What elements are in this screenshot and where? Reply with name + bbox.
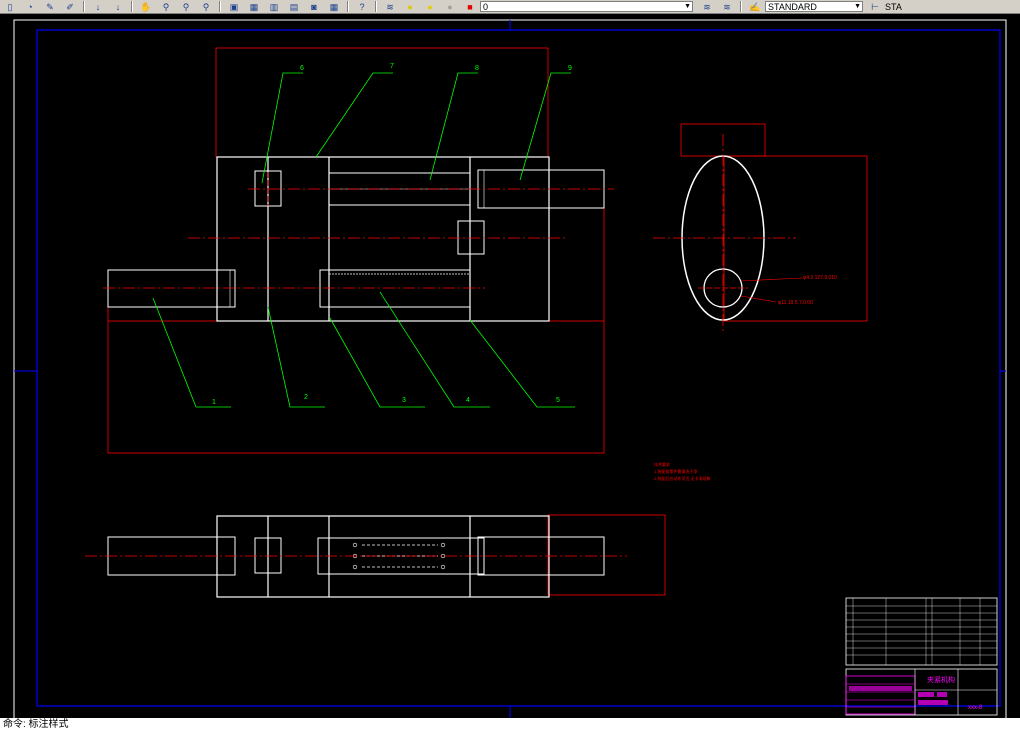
chevron-down-icon: ▼ xyxy=(854,3,861,10)
balloon-3: 3 xyxy=(402,397,406,404)
layer-dropdown[interactable]: 0 ▼ xyxy=(480,1,693,12)
redo-icon[interactable]: ↓ xyxy=(110,1,126,13)
parts-list-rows xyxy=(846,598,997,665)
hole xyxy=(352,542,358,548)
chevron-down-icon: ▼ xyxy=(684,3,691,10)
command-line[interactable]: 命令: 标注样式 xyxy=(0,718,1020,731)
lock-icon[interactable]: ● xyxy=(442,1,458,13)
balloon-5: 5 xyxy=(556,397,560,404)
side-view: φ4.3 127.9.010 φ11.19 5.7.0.00 xyxy=(653,123,868,333)
balloon-4: 4 xyxy=(466,397,470,404)
leader-3 xyxy=(329,317,425,408)
drawing-outer-border xyxy=(13,19,1007,718)
text-style-value: STANDARD xyxy=(768,1,817,12)
sun-icon[interactable]: ● xyxy=(422,1,438,13)
dim-style-value[interactable]: STA xyxy=(885,2,902,12)
tool-palette-icon[interactable]: ▥ xyxy=(266,1,282,13)
undo-icon[interactable]: ↓ xyxy=(90,1,106,13)
properties-icon[interactable]: ▣ xyxy=(226,1,242,13)
leader-2 xyxy=(267,306,325,408)
top-dim-frame xyxy=(547,514,666,596)
drawing-canvas[interactable]: 6 7 8 9 1 2 3 4 5 φ4.3 127.9.010 φ11.19 … xyxy=(0,14,1020,718)
zoom-realtime-icon[interactable]: ⚲ xyxy=(158,1,174,13)
toolbar-separator xyxy=(131,1,133,12)
toolbar-separator xyxy=(219,1,221,12)
front-lower-slot xyxy=(319,269,471,308)
front-dim-frame-bottom xyxy=(107,320,605,454)
title-magenta-fill xyxy=(849,686,912,691)
color-swatch-icon: ■ xyxy=(467,1,473,12)
dim-leader-2 xyxy=(740,295,777,303)
front-left-rod xyxy=(107,269,236,308)
zoom-window-icon[interactable]: ⚲ xyxy=(178,1,194,13)
notes-line-2: 2.装配后应动作灵活,无卡滞现象 xyxy=(654,475,710,481)
leader-5 xyxy=(469,319,575,408)
pencil-icon[interactable]: ✎ xyxy=(42,1,58,13)
text-style-icon[interactable]: ✍ xyxy=(747,1,763,13)
balloon-1: 1 xyxy=(212,399,216,406)
technical-notes: 技术要求 1.装配前零件需清洗干净 2.装配后应动作灵活,无卡滞现象 xyxy=(654,461,710,481)
toolbar-separator xyxy=(83,1,85,12)
leader-9 xyxy=(519,72,571,181)
open-file-icon[interactable]: ◔ xyxy=(22,1,38,13)
title-magenta-cell xyxy=(918,692,934,697)
toolbar-separator xyxy=(740,1,742,12)
title-magenta-cell xyxy=(918,700,948,705)
notes-title: 技术要求 xyxy=(654,461,670,467)
hole xyxy=(440,542,446,548)
title-block: 夹紧机构 xxx-8 xyxy=(845,597,998,716)
layer-value: 0 xyxy=(483,1,489,12)
command-text: 命令: 标注样式 xyxy=(3,719,69,730)
title-block-name: 夹紧机构 xyxy=(927,675,955,684)
dim-label-1: φ4.3 127.9.010 xyxy=(803,275,837,281)
light-bulb-icon[interactable]: ● xyxy=(402,1,418,13)
balloon-7: 7 xyxy=(390,63,394,70)
layers-icon[interactable]: ≋ xyxy=(382,1,398,13)
balloon-8: 8 xyxy=(475,65,479,72)
help-icon[interactable]: ? xyxy=(354,1,370,13)
hole xyxy=(440,564,446,570)
sheet-set-icon[interactable]: ▤ xyxy=(286,1,302,13)
brush-icon[interactable]: ✐ xyxy=(62,1,78,13)
leader-7 xyxy=(315,72,393,158)
balloon-9: 9 xyxy=(568,65,572,72)
leader-8 xyxy=(429,72,478,181)
top-view xyxy=(85,514,666,598)
title-magenta-cell xyxy=(937,692,947,697)
front-small-block-2 xyxy=(457,220,485,255)
standard-toolbar: ▯ ◔ ✎ ✐ ↓ ↓ ✋ ⚲ ⚲ ⚲ ▣ ▦ ▥ ▤ ◙ ▦ ? ≋ ● ● … xyxy=(0,0,1020,14)
toolbar-separator xyxy=(375,1,377,12)
balloon-6: 6 xyxy=(300,65,304,72)
calculator-icon[interactable]: ▦ xyxy=(326,1,342,13)
dim-leader-1 xyxy=(740,277,803,282)
leader-4 xyxy=(379,291,490,408)
balloon-labels: 6 7 8 9 1 2 3 4 5 xyxy=(212,63,572,406)
top-body xyxy=(216,515,550,598)
front-dim-frame-top xyxy=(215,47,549,158)
layer-states-icon[interactable]: ≋ xyxy=(719,1,735,13)
toolbar-separator xyxy=(347,1,349,12)
leader-1 xyxy=(152,297,231,408)
drawing-inner-border xyxy=(36,29,1001,707)
dim-label-2: φ11.19 5.7.0.00 xyxy=(778,300,813,306)
dim-style-icon[interactable]: ⊢ xyxy=(867,1,883,13)
design-center-icon[interactable]: ▦ xyxy=(246,1,262,13)
front-view xyxy=(103,47,614,454)
title-block-code: xxx-8 xyxy=(968,705,983,711)
hole xyxy=(352,564,358,570)
text-style-dropdown[interactable]: STANDARD ▼ xyxy=(765,1,863,12)
side-dim-frame-right xyxy=(723,155,868,322)
new-file-icon[interactable]: ▯ xyxy=(2,1,18,13)
zoom-previous-icon[interactable]: ⚲ xyxy=(198,1,214,13)
balloon-2: 2 xyxy=(304,394,308,401)
notes-line-1: 1.装配前零件需清洗干净 xyxy=(654,468,697,474)
markup-icon[interactable]: ◙ xyxy=(306,1,322,13)
layer-previous-icon[interactable]: ≋ xyxy=(699,1,715,13)
title-magenta-left xyxy=(845,675,916,715)
pan-hand-icon[interactable]: ✋ xyxy=(138,1,154,13)
